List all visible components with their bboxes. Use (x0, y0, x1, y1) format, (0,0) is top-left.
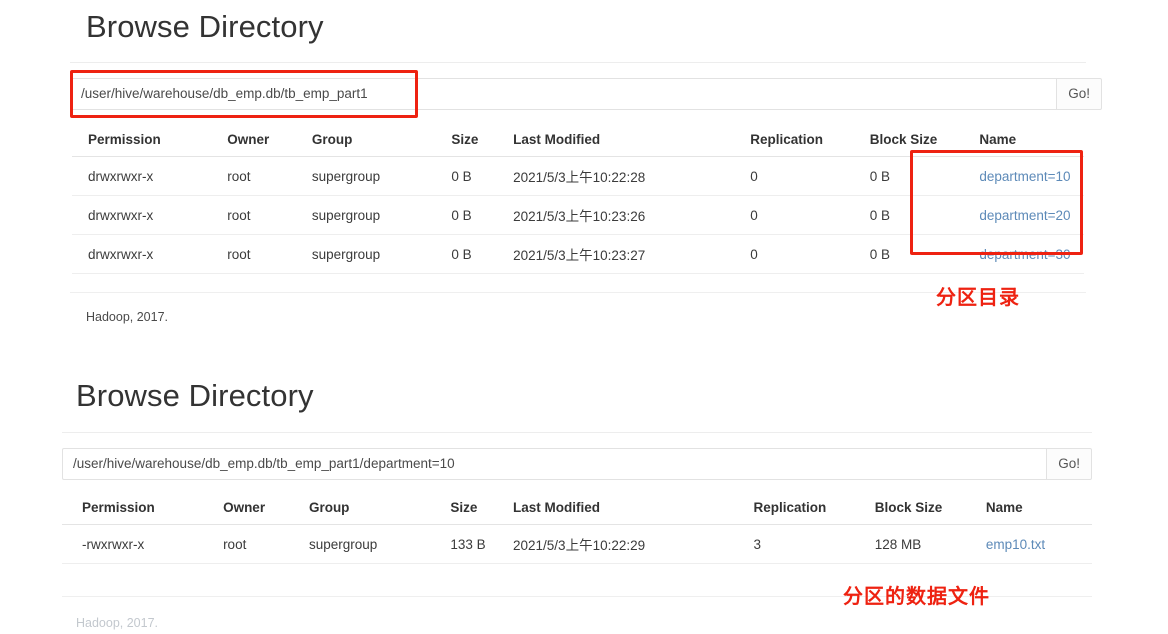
cell-replication: 0 (750, 195, 870, 235)
directory-listing-table: Permission Owner Group Size Last Modifie… (62, 496, 1092, 564)
directory-link[interactable]: department=10 (979, 169, 1070, 184)
table-row: drwxrwxr-x root supergroup 0 B 2021/5/3上… (72, 195, 1084, 235)
path-input[interactable] (70, 78, 1057, 110)
footer-note: Hadoop, 2017. (86, 310, 169, 324)
column-header-replication[interactable]: Replication (753, 496, 874, 525)
cell-group: supergroup (311, 234, 452, 274)
cell-last-modified: 2021/5/3上午10:22:28 (513, 156, 751, 196)
cell-name: department=10 (979, 156, 1084, 196)
cell-block-size: 0 B (869, 156, 980, 196)
directory-link[interactable]: department=20 (979, 208, 1070, 223)
file-link[interactable]: emp10.txt (986, 537, 1045, 552)
cell-owner: root (227, 234, 312, 274)
cell-replication: 0 (750, 156, 870, 196)
go-button[interactable]: Go! (1046, 448, 1092, 480)
directory-link[interactable]: department=30 (979, 247, 1070, 262)
cell-permission: drwxrwxr-x (72, 156, 228, 196)
column-header-last-modified[interactable]: Last Modified (513, 128, 750, 157)
cell-name: emp10.txt (985, 524, 1092, 564)
title-divider (62, 432, 1092, 433)
cell-block-size: 128 MB (874, 524, 986, 564)
cell-permission: -rwxrwxr-x (62, 524, 224, 564)
table-header-row: Permission Owner Group Size Last Modifie… (62, 496, 1092, 525)
cell-owner: root (223, 524, 309, 564)
go-button[interactable]: Go! (1056, 78, 1102, 110)
table-header-row: Permission Owner Group Size Last Modifie… (72, 128, 1084, 157)
column-header-group[interactable]: Group (312, 128, 451, 157)
column-header-name[interactable]: Name (979, 128, 1084, 157)
browse-directory-page: Browse Directory Go! Permission Owner Gr… (0, 0, 1168, 634)
page-title: Browse Directory (86, 9, 324, 44)
cell-replication: 3 (753, 524, 875, 564)
column-header-size[interactable]: Size (450, 496, 513, 525)
cell-size: 0 B (451, 156, 514, 196)
annotation-label-partition-data-file: 分区的数据文件 (843, 584, 990, 608)
cell-group: supergroup (311, 156, 452, 196)
path-input-group: Go! (70, 78, 1102, 110)
cell-block-size: 0 B (869, 195, 980, 235)
footer-note: Hadoop, 2017. (76, 616, 159, 630)
cell-group: supergroup (311, 195, 452, 235)
cell-last-modified: 2021/5/3上午10:23:27 (513, 234, 751, 274)
cell-permission: drwxrwxr-x (72, 195, 228, 235)
title-divider (70, 62, 1086, 63)
column-header-size[interactable]: Size (451, 128, 513, 157)
cell-group: supergroup (308, 524, 451, 564)
cell-owner: root (227, 195, 312, 235)
column-header-block-size[interactable]: Block Size (875, 496, 986, 525)
footer-divider (70, 292, 1086, 293)
page-title: Browse Directory (76, 378, 314, 413)
cell-name: department=30 (979, 234, 1084, 274)
column-header-permission[interactable]: Permission (62, 496, 223, 525)
cell-last-modified: 2021/5/3上午10:22:29 (513, 524, 754, 564)
cell-size: 133 B (450, 524, 514, 564)
column-header-owner[interactable]: Owner (223, 496, 309, 525)
column-header-permission[interactable]: Permission (72, 128, 227, 157)
column-header-block-size[interactable]: Block Size (870, 128, 980, 157)
cell-name: department=20 (979, 195, 1084, 235)
column-header-replication[interactable]: Replication (750, 128, 870, 157)
column-header-name[interactable]: Name (986, 496, 1092, 525)
directory-listing-table: Permission Owner Group Size Last Modifie… (72, 128, 1084, 274)
column-header-group[interactable]: Group (309, 496, 450, 525)
cell-size: 0 B (451, 234, 514, 274)
column-header-owner[interactable]: Owner (227, 128, 312, 157)
column-header-last-modified[interactable]: Last Modified (513, 496, 753, 525)
path-input-group: Go! (62, 448, 1092, 480)
table-row: drwxrwxr-x root supergroup 0 B 2021/5/3上… (72, 156, 1084, 196)
annotation-label-partition-directory: 分区目录 (936, 285, 1020, 309)
table-row: drwxrwxr-x root supergroup 0 B 2021/5/3上… (72, 234, 1084, 274)
cell-permission: drwxrwxr-x (72, 234, 228, 274)
table-row: -rwxrwxr-x root supergroup 133 B 2021/5/… (62, 524, 1092, 564)
cell-owner: root (227, 156, 312, 196)
cell-last-modified: 2021/5/3上午10:23:26 (513, 195, 751, 235)
cell-block-size: 0 B (869, 234, 980, 274)
cell-size: 0 B (451, 195, 514, 235)
path-input[interactable] (62, 448, 1047, 480)
cell-replication: 0 (750, 234, 870, 274)
